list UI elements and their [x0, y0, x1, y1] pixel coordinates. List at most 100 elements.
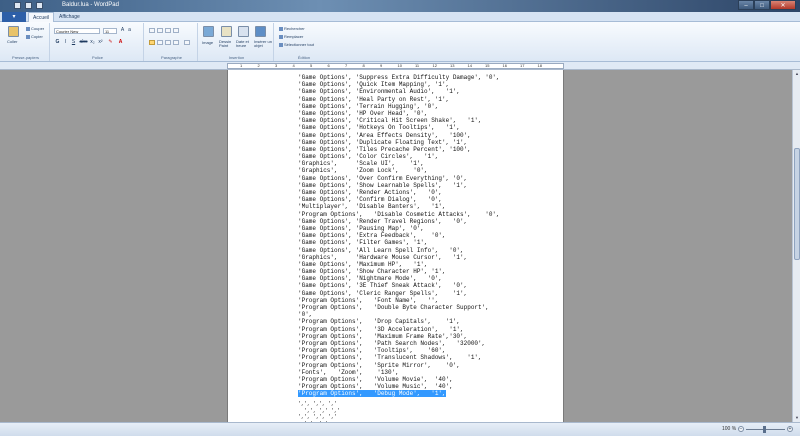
bold-button[interactable]: G — [55, 40, 60, 45]
text-line[interactable]: 'Program Options', 'Sprite Mirror', '0', — [298, 362, 500, 369]
text-line[interactable]: 'Game Options', 'Nightmare Mode', '0', — [298, 275, 500, 282]
increase-indent-button[interactable] — [157, 28, 163, 33]
text-line[interactable]: 'Game Options', 'Quick Item Mapping', '1… — [298, 81, 500, 88]
copy-button[interactable]: Copier — [26, 34, 43, 39]
text-line[interactable]: 'Game Options', 'Tiles Precache Percent'… — [298, 146, 500, 153]
superscript-button[interactable]: x² — [98, 40, 103, 45]
replace-button[interactable]: Remplacer — [279, 34, 303, 39]
text-line[interactable]: 'Game Options', 'Duplicate Floating Text… — [298, 139, 500, 146]
highlight-color-icon[interactable]: ✎ — [108, 40, 113, 45]
font-color-icon[interactable]: A — [118, 40, 123, 45]
text-line[interactable]: 'Game Options', 'Filter Games', '1', — [298, 239, 500, 246]
align-left-button[interactable] — [149, 40, 155, 45]
text-line[interactable]: 'Game Options', 'Confirm Dialog', '0', — [298, 196, 500, 203]
insert-object-button[interactable]: Insérer un objet — [254, 40, 273, 48]
text-line[interactable]: 'Program Options', '3D Acceleration', '1… — [298, 326, 500, 333]
text-line[interactable]: 'Graphics', 'Hardware Mouse Cursor', '1'… — [298, 254, 500, 261]
date-time-button[interactable]: Date et heure — [236, 40, 253, 48]
text-line[interactable]: '0', — [298, 311, 500, 318]
text-line[interactable]: 'Graphics', 'Scale UI', '1', — [298, 160, 500, 167]
text-line[interactable]: 'Game Options', 'Cleric Ranger Spells', … — [298, 290, 500, 297]
text-line[interactable]: 'Game Options', 'Render Actions', '0', — [298, 189, 500, 196]
select-all-button[interactable]: Sélectionner tout — [279, 42, 314, 47]
find-button[interactable]: Rechercher — [279, 26, 305, 31]
calendar-icon[interactable] — [238, 26, 249, 37]
text-line[interactable]: 'Program Options', 'Font Name', '', — [298, 297, 500, 304]
text-line[interactable]: 'Fonts', 'Zoom', '130', — [298, 369, 500, 376]
text-line[interactable]: 'Game Options', 'Over Confirm Everything… — [298, 175, 500, 182]
text-line[interactable]: 'Program Options', 'Volume Movie', '40', — [298, 376, 500, 383]
text-line[interactable]: 'Program Options', 'Maximum Frame Rate',… — [298, 333, 500, 340]
maximize-button[interactable]: □ — [754, 0, 770, 10]
selected-text-line[interactable]: 'Program Options', 'Debug Mode', '1', — [298, 390, 500, 398]
text-line[interactable]: 'Game Options', 'Extra Feedback', '0', — [298, 232, 500, 239]
font-family-select[interactable]: Courier New — [54, 28, 100, 34]
redo-icon[interactable] — [36, 2, 43, 9]
paste-button[interactable]: Coller — [7, 39, 17, 44]
vertical-scrollbar[interactable]: ▲ ▼ — [792, 70, 800, 422]
paste-icon[interactable] — [8, 26, 19, 37]
text-line[interactable]: 'Program Options', 'Volume Music', '40', — [298, 383, 500, 390]
text-line[interactable]: 'Game Options', '3E Thief Sneak Attack',… — [298, 282, 500, 289]
scrollbar-thumb[interactable] — [794, 148, 800, 260]
zoom-in-button[interactable]: + — [787, 426, 793, 432]
zoom-out-button[interactable]: − — [738, 426, 744, 432]
text-line[interactable]: 'Game Options', 'Render Travel Regions',… — [298, 218, 500, 225]
shrink-font-button[interactable]: a — [127, 28, 132, 33]
scroll-up-icon[interactable]: ▲ — [794, 71, 800, 77]
text-line[interactable]: 'Program Options', 'Translucent Shadows'… — [298, 354, 500, 361]
text-line[interactable]: 'Program Options', 'Path Search Nodes', … — [298, 340, 500, 347]
text-line[interactable]: 'Graphics', 'Zoom Lock', '0', — [298, 167, 500, 174]
document-text[interactable]: 'Game Options', 'Suppress Extra Difficul… — [298, 74, 500, 398]
document-page[interactable]: 'Game Options', 'Suppress Extra Difficul… — [227, 70, 564, 422]
list-button[interactable] — [165, 28, 171, 33]
close-button[interactable]: ✕ — [770, 0, 796, 10]
text-line[interactable]: 'Game Options', 'Terrain Hugging', '0', — [298, 103, 500, 110]
subscript-button[interactable]: x₂ — [90, 40, 95, 45]
text-line[interactable]: 'Game Options', 'All Learn Spell Info', … — [298, 247, 500, 254]
undo-icon[interactable] — [25, 2, 32, 9]
ruler-strip[interactable]: 1 2 3 4 5 6 7 8 9 10 11 12 13 14 15 16 17 18 — [227, 63, 564, 69]
paragraph-settings-button[interactable] — [184, 40, 190, 45]
font-size-select[interactable]: 11 — [103, 28, 117, 34]
scroll-down-icon[interactable]: ▼ — [794, 415, 800, 421]
minimize-button[interactable]: – — [738, 0, 754, 10]
text-line[interactable]: 'Game Options', 'HP Over Head', '0', — [298, 110, 500, 117]
decrease-indent-button[interactable] — [149, 28, 155, 33]
text-line[interactable]: 'Program Options', 'Disable Cosmetic Att… — [298, 211, 500, 218]
text-line[interactable]: 'Game Options', 'Suppress Extra Difficul… — [298, 74, 500, 81]
zoom-slider-thumb[interactable] — [763, 426, 766, 433]
tab-affichage[interactable]: Affichage — [55, 12, 84, 22]
justify-button[interactable] — [173, 40, 179, 45]
ruler[interactable]: 1 2 3 4 5 6 7 8 9 10 11 12 13 14 15 16 17 18 — [0, 62, 800, 70]
insert-image-button[interactable]: Image — [202, 40, 213, 45]
text-line[interactable]: 'Program Options', 'Double Byte Characte… — [298, 304, 500, 311]
app-menu-button[interactable]: ▾ — [2, 12, 26, 22]
object-icon[interactable] — [255, 26, 266, 37]
cut-button[interactable]: Couper — [26, 26, 44, 31]
text-line[interactable]: 'Game Options', 'Pausing Map', '0', — [298, 225, 500, 232]
paint-drawing-button[interactable]: Dessin Paint — [219, 40, 235, 48]
strikethrough-button[interactable]: abc — [79, 40, 88, 45]
tab-accueil[interactable]: Accueil — [28, 12, 55, 22]
align-center-button[interactable] — [157, 40, 163, 45]
text-line[interactable]: 'Game Options', 'Color Circles', '1', — [298, 153, 500, 160]
text-line[interactable]: 'Program Options', 'Tooltips', '60', — [298, 347, 500, 354]
text-line[interactable]: 'Game Options', 'Area Effects Density', … — [298, 132, 500, 139]
align-right-button[interactable] — [165, 40, 171, 45]
text-line[interactable]: 'Game Options', 'Show Learnable Spells',… — [298, 182, 500, 189]
underline-button[interactable]: S — [71, 40, 76, 45]
text-line[interactable]: 'Game Options', 'Critical Hit Screen Sha… — [298, 117, 500, 124]
text-line[interactable]: 'Game Options', 'Hotkeys On Tooltips', '… — [298, 124, 500, 131]
image-icon[interactable] — [203, 26, 214, 37]
italic-button[interactable]: I — [63, 40, 68, 45]
text-line[interactable]: 'Game Options', 'Environmental Audio', '… — [298, 88, 500, 95]
save-icon[interactable] — [14, 2, 21, 9]
text-line[interactable]: 'Game Options', 'Show Character HP', '1'… — [298, 268, 500, 275]
text-line[interactable]: 'Program Options', 'Drop Capitals', '1', — [298, 318, 500, 325]
paint-icon[interactable] — [221, 26, 232, 37]
text-line[interactable]: 'Multiplayer', 'Disable Banters', '1', — [298, 203, 500, 210]
text-line[interactable]: 'Game Options', 'Heal Party on Rest', '1… — [298, 96, 500, 103]
line-spacing-button[interactable] — [173, 28, 179, 33]
text-line[interactable]: 'Game Options', 'Maximum HP', '1', — [298, 261, 500, 268]
